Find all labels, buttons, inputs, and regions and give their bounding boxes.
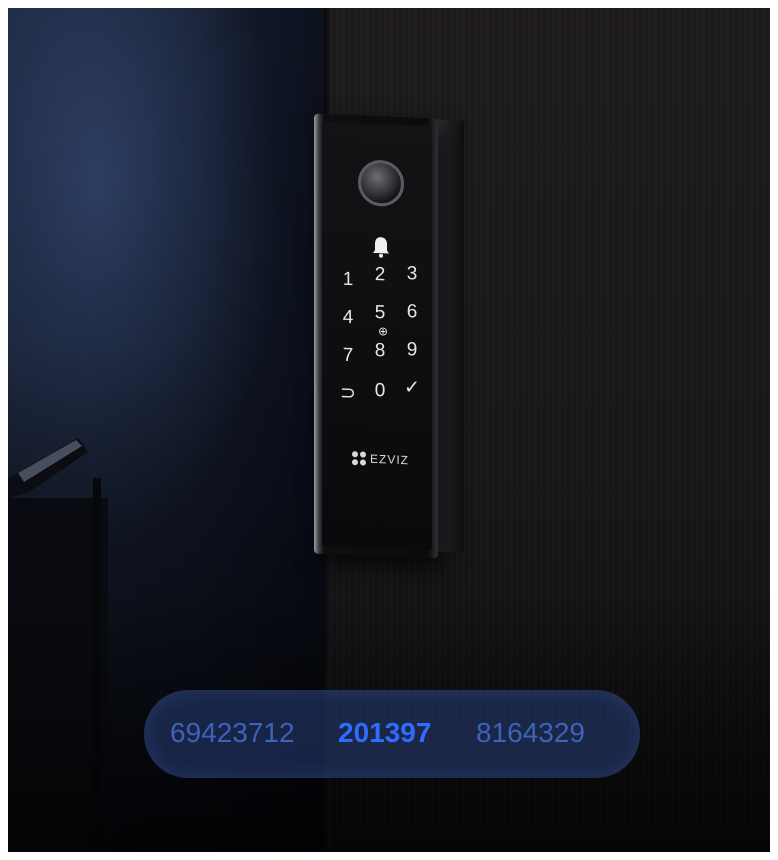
bell-icon[interactable] [372, 236, 390, 259]
code-next: 8164329 [476, 717, 586, 748]
key-8[interactable]: 8 [368, 340, 392, 363]
brand-name: EZVIZ [370, 451, 410, 468]
key-1[interactable]: 1 [336, 268, 360, 291]
key-2[interactable]: 2 [368, 264, 392, 287]
code-previous: 69423712 [170, 717, 295, 748]
fingerprint-sensor-icon[interactable] [358, 159, 404, 208]
key-0[interactable]: 0 [368, 380, 392, 403]
code-current: 201397 [338, 717, 432, 748]
key-4[interactable]: 4 [336, 306, 360, 329]
lock-face: 1 2 3 4 5 6 ⊕ 7 8 9 ⊃ 0 ✓ EZVIZ [322, 121, 432, 551]
key-3[interactable]: 3 [400, 263, 424, 286]
key-confirm[interactable]: ✓ [400, 377, 424, 400]
keypad: 1 2 3 4 5 6 ⊕ 7 8 9 ⊃ 0 ✓ [336, 263, 426, 404]
key-back[interactable]: ⊃ [336, 382, 360, 405]
smart-lock: 1 2 3 4 5 6 ⊕ 7 8 9 ⊃ 0 ✓ EZVIZ [314, 113, 438, 559]
key-7[interactable]: 7 [336, 344, 360, 367]
brand-logo: EZVIZ [352, 451, 409, 467]
key-9[interactable]: 9 [400, 339, 424, 362]
photo-frame: 1 2 3 4 5 6 ⊕ 7 8 9 ⊃ 0 ✓ EZVIZ 69423712… [8, 8, 770, 852]
ezviz-logo-icon [352, 451, 366, 466]
key-6[interactable]: 6 [400, 301, 424, 324]
